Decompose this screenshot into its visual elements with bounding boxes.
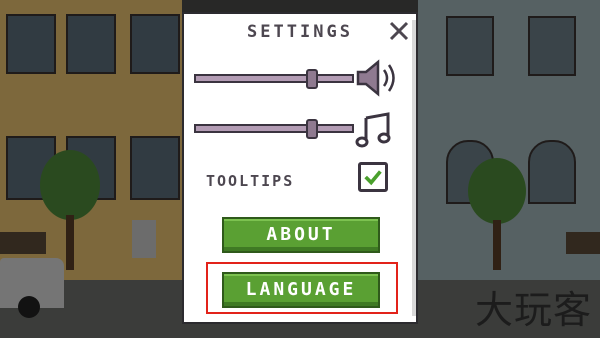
sfx-volume-slider[interactable]	[194, 69, 354, 89]
close-icon[interactable]	[388, 20, 410, 42]
watermark-text: 大玩客	[474, 288, 592, 332]
music-note-icon	[355, 112, 391, 148]
music-volume-slider[interactable]	[194, 119, 354, 139]
slider-knob[interactable]	[306, 119, 319, 139]
about-button[interactable]: ABOUT	[222, 217, 380, 253]
slider-track	[194, 74, 354, 83]
speaker-icon	[356, 59, 395, 97]
tooltips-checkbox[interactable]	[358, 162, 388, 192]
slider-track	[194, 124, 354, 133]
highlight-box	[206, 262, 398, 314]
tooltips-label: TOOLTIPS	[206, 172, 295, 190]
panel-scrollbar[interactable]	[412, 20, 416, 316]
slider-knob[interactable]	[306, 69, 319, 89]
settings-title: SETTINGS	[247, 22, 353, 42]
checkmark-icon	[364, 170, 382, 186]
